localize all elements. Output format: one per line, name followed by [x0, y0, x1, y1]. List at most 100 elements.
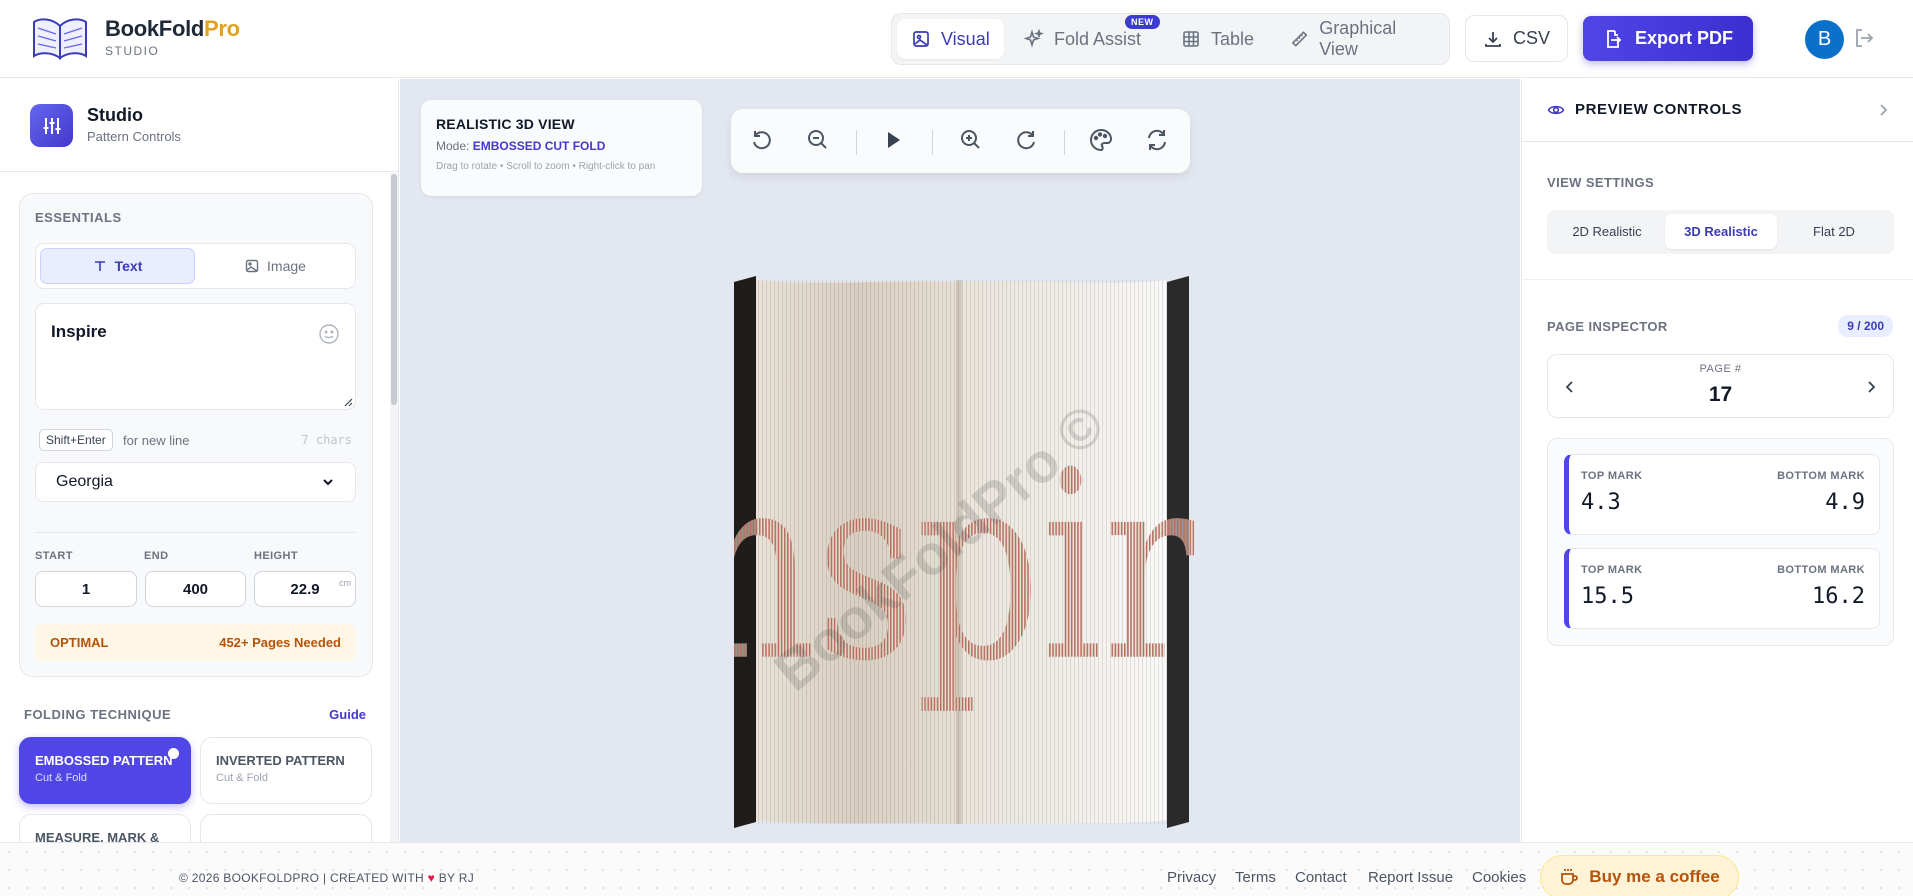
view-tabs: Visual Fold Assist Table Graphical View	[891, 13, 1450, 65]
emoji-icon[interactable]	[318, 323, 340, 345]
marks-list: TOP MARK BOTTOM MARK 4.3 4.9 TOP MARK BO…	[1547, 438, 1894, 646]
tab-table[interactable]: Table	[1167, 19, 1268, 59]
page-number: 17	[1708, 383, 1733, 406]
page-pager: PAGE # 17	[1547, 354, 1894, 418]
privacy-link[interactable]: Privacy	[1167, 869, 1216, 886]
image-icon	[245, 259, 259, 273]
top-mark-label: TOP MARK	[1581, 470, 1643, 482]
folding-technique-label: FOLDING TECHNIQUE	[24, 707, 172, 722]
technique-embossed[interactable]: EMBOSSED PATTERN Cut & Fold	[19, 737, 191, 804]
height-label: HEIGHT	[254, 550, 298, 562]
toolbar-divider	[856, 130, 857, 155]
guide-link[interactable]: Guide	[329, 707, 366, 722]
resize-handle-icon[interactable]	[343, 397, 353, 407]
top-mark-label: TOP MARK	[1581, 564, 1643, 576]
brand-name: BookFoldPro	[105, 16, 240, 41]
copyright: © 2026 BOOKFOLDPRO | CREATED WITH ♥ BY R…	[179, 871, 475, 885]
download-icon	[1485, 31, 1501, 47]
preview-canvas[interactable]: REALISTIC 3D VIEW Mode: EMBOSSED CUT FOL…	[400, 79, 1520, 842]
start-page-input[interactable]: 1	[35, 571, 137, 607]
height-unit: cm	[339, 578, 351, 588]
selected-dot	[168, 748, 179, 759]
view-title: REALISTIC 3D VIEW	[436, 116, 575, 132]
play-icon[interactable]	[879, 126, 907, 154]
inspector-count-badge: 9 / 200	[1838, 315, 1893, 337]
status-badge: OPTIMAL 452+ Pages Needed	[35, 624, 356, 661]
view-mode: Mode: EMBOSSED CUT FOLD	[436, 139, 606, 153]
contact-link[interactable]: Contact	[1295, 869, 1347, 886]
buy-coffee-button[interactable]: Buy me a coffee	[1540, 855, 1739, 896]
refresh-icon[interactable]	[1143, 126, 1171, 154]
cookies-link[interactable]: Cookies	[1472, 869, 1526, 886]
shortcut-key: Shift+Enter	[39, 429, 113, 451]
tab-graphical-view[interactable]: Graphical View	[1276, 18, 1449, 59]
input-mode-toggle: Text Image	[35, 243, 356, 289]
bottom-mark-value: 16.2	[1812, 584, 1865, 609]
eye-icon	[1547, 105, 1565, 115]
mode-image-button[interactable]: Image	[198, 248, 353, 284]
pattern-text-input[interactable]: Inspire	[35, 303, 356, 410]
divider	[35, 532, 356, 533]
top-mark-value: 4.3	[1581, 490, 1621, 515]
divider	[1522, 279, 1913, 280]
pages-needed: 452+ Pages Needed	[219, 635, 341, 650]
height-input[interactable]: 22.9 cm	[254, 571, 356, 607]
sparkles-icon	[1024, 29, 1044, 48]
mark-card: TOP MARK BOTTOM MARK 4.3 4.9	[1564, 454, 1880, 535]
preview-controls-header[interactable]: PREVIEW CONTROLS	[1522, 79, 1913, 142]
page-number-label: PAGE #	[1699, 363, 1742, 375]
view-2d-realistic[interactable]: 2D Realistic	[1551, 214, 1663, 249]
font-select[interactable]: Georgia	[35, 462, 356, 502]
view-3d-realistic[interactable]: 3D Realistic	[1665, 214, 1777, 249]
logout-icon[interactable]	[1853, 27, 1875, 49]
technique-measure-mark[interactable]: MEASURE, MARK &	[19, 814, 191, 842]
redo-icon[interactable]	[1012, 126, 1040, 154]
view-mode-selector: 2D Realistic 3D Realistic Flat 2D	[1547, 210, 1894, 254]
studio-title: Studio	[87, 105, 143, 125]
terms-link[interactable]: Terms	[1235, 869, 1276, 886]
mode-text-button[interactable]: Text	[40, 248, 195, 284]
text-icon	[94, 261, 105, 271]
palette-icon[interactable]	[1087, 126, 1115, 154]
zoom-out-icon[interactable]	[804, 126, 832, 154]
book-3d-preview[interactable]: Inspire BookFoldPro ©	[734, 194, 1194, 834]
end-page-input[interactable]: 400	[145, 571, 246, 607]
char-count: 7 chars	[301, 433, 352, 447]
preview-controls-title: PREVIEW CONTROLS	[1575, 101, 1743, 118]
essentials-panel: ESSENTIALS Text Image Inspire Shift+Ente…	[19, 193, 373, 677]
essentials-label: ESSENTIALS	[35, 210, 122, 225]
left-sidebar: Studio Pattern Controls ESSENTIALS Text …	[0, 79, 399, 842]
technique-inverted[interactable]: INVERTED PATTERN Cut & Fold	[200, 737, 372, 804]
heart-icon: ♥	[427, 871, 436, 885]
export-pdf-button[interactable]: Export PDF	[1583, 16, 1753, 61]
end-label: END	[144, 550, 169, 562]
technique-card[interactable]	[200, 814, 372, 842]
start-label: START	[35, 550, 73, 562]
tab-visual[interactable]: Visual	[897, 19, 1004, 59]
zoom-in-icon[interactable]	[957, 126, 985, 154]
ruler-icon	[1291, 31, 1308, 47]
undo-icon[interactable]	[748, 126, 776, 154]
preview-controls-panel: PREVIEW CONTROLS VIEW SETTINGS 2D Realis…	[1521, 79, 1913, 842]
image-icon	[913, 31, 929, 47]
bottom-mark-label: BOTTOM MARK	[1777, 470, 1865, 482]
new-badge: NEW	[1125, 15, 1160, 29]
view-toolbar	[731, 109, 1190, 173]
user-avatar[interactable]: B	[1805, 20, 1844, 59]
view-hint: Drag to rotate • Scroll to zoom • Right-…	[436, 161, 656, 172]
view-settings-label: VIEW SETTINGS	[1547, 175, 1655, 190]
toolbar-divider	[932, 130, 933, 155]
page-footer: © 2026 BOOKFOLDPRO | CREATED WITH ♥ BY R…	[0, 842, 1913, 896]
csv-button[interactable]: CSV	[1465, 15, 1568, 62]
toolbar-divider	[1064, 130, 1065, 155]
brand-subtitle: STUDIO	[105, 44, 160, 58]
coffee-cup-icon	[1561, 869, 1579, 885]
page-inspector-label: PAGE INSPECTOR	[1547, 319, 1668, 334]
top-mark-value: 15.5	[1581, 584, 1634, 609]
chevron-right-icon[interactable]	[1874, 101, 1892, 119]
scrollbar-thumb[interactable]	[391, 174, 397, 405]
chevron-right-icon[interactable]	[1862, 378, 1880, 396]
report-issue-link[interactable]: Report Issue	[1368, 869, 1453, 886]
view-flat-2d[interactable]: Flat 2D	[1778, 214, 1890, 249]
file-export-icon	[1607, 29, 1622, 48]
